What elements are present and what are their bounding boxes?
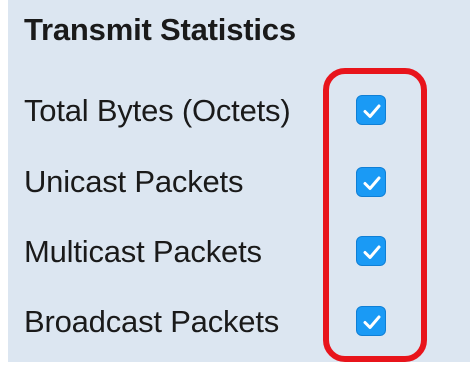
section-title: Transmit Statistics: [24, 12, 296, 47]
label-total-bytes: Total Bytes (Octets): [24, 93, 291, 128]
label-multicast-packets: Multicast Packets: [24, 234, 262, 269]
label-broadcast-packets: Broadcast Packets: [24, 304, 280, 339]
label-unicast-packets: Unicast Packets: [24, 164, 244, 199]
highlight-box: [323, 68, 427, 362]
